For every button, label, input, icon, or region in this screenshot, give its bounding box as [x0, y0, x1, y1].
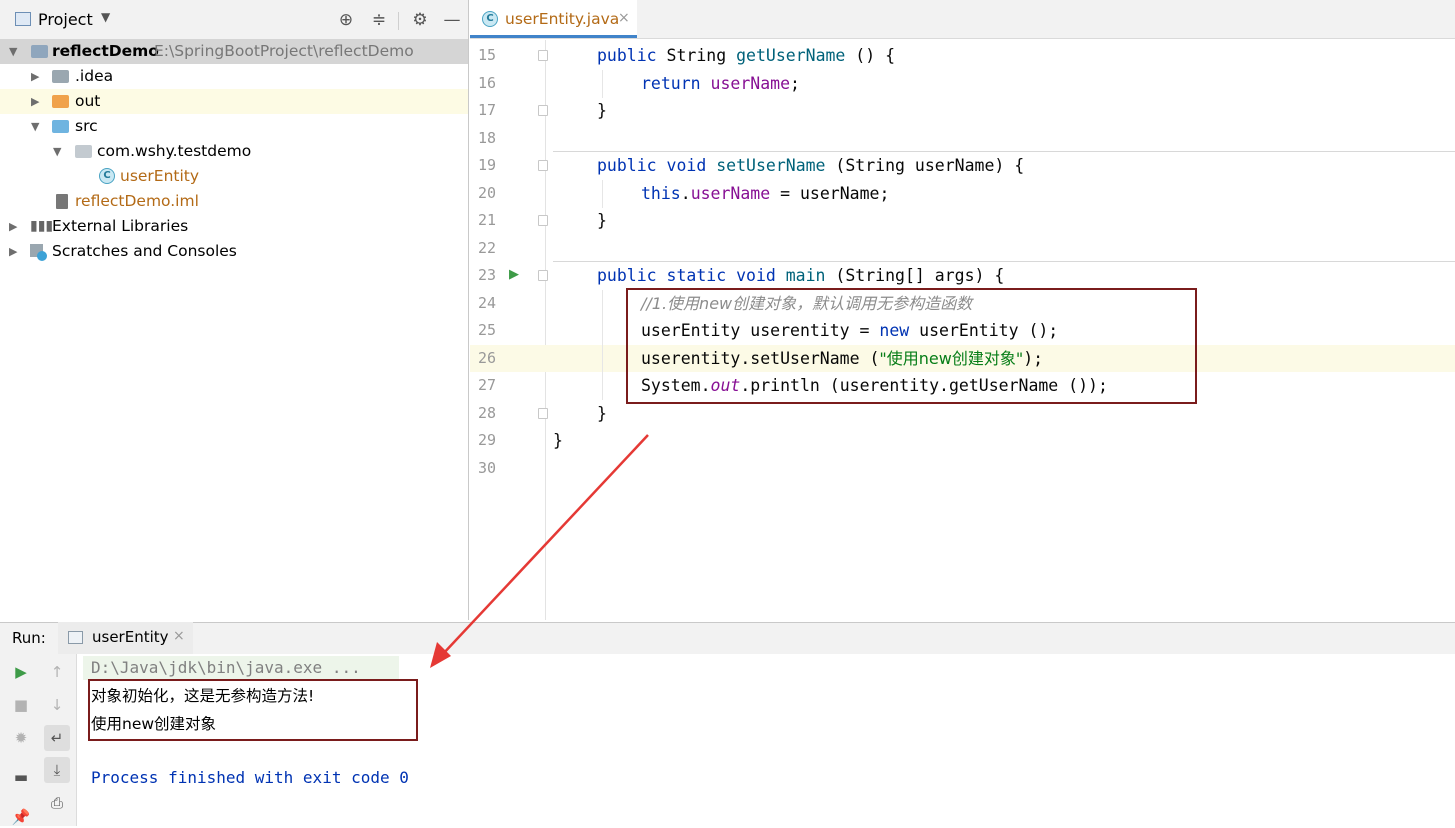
annotation-arrow — [430, 434, 649, 668]
annotation-arrow-head — [430, 642, 451, 668]
annotation-arrow-line — [441, 434, 649, 656]
